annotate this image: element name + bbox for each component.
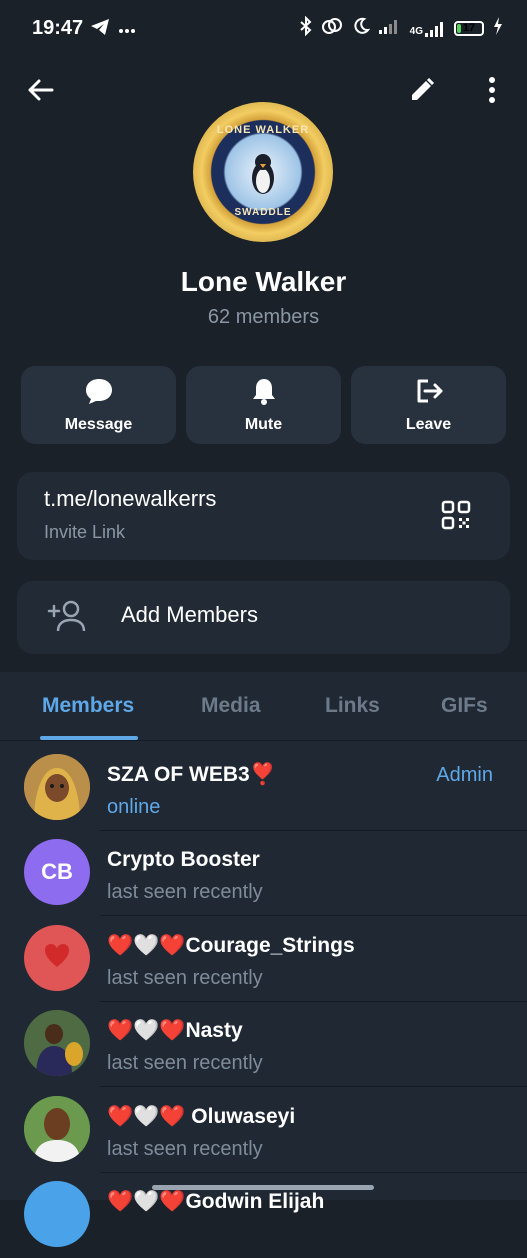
qr-code-icon[interactable]: [441, 500, 471, 535]
avatar: [24, 1096, 90, 1162]
member-status: last seen recently: [107, 1138, 263, 1160]
heart-icon: [43, 943, 71, 974]
avatar: [24, 1181, 90, 1247]
member-name: ❤️🤍❤️Courage_Strings: [107, 934, 355, 957]
group-name: Lone Walker: [180, 266, 347, 297]
charging-icon: [493, 17, 503, 40]
list-item[interactable]: ❤️🤍❤️ Oluwaseyi last seen recently: [0, 1088, 527, 1173]
message-bubble-icon: [84, 377, 114, 410]
members-section: Members Media Links GIFs SZA OF WEB3❣️ o…: [0, 672, 527, 1247]
status-time: 19:47: [32, 17, 84, 39]
invite-link-text[interactable]: t.me/lonewalkerrs: [44, 486, 216, 512]
admin-badge: Admin: [436, 764, 493, 786]
link-icon: [321, 16, 343, 41]
tab-links[interactable]: Links: [325, 694, 380, 718]
penguin-icon: [252, 154, 274, 194]
leave-label: Leave: [405, 415, 452, 433]
status-bar: 19:47 4G 17: [0, 0, 527, 60]
add-user-icon: [47, 599, 87, 638]
avatar: [24, 925, 90, 991]
mute-label: Mute: [244, 415, 283, 433]
member-name: SZA OF WEB3❣️: [107, 763, 276, 786]
member-name: Crypto Booster: [107, 848, 260, 871]
message-button[interactable]: Message: [21, 366, 176, 444]
avatar-text-top: LONE WALKER: [216, 124, 310, 136]
bell-icon: [251, 377, 277, 410]
mute-button[interactable]: Mute: [186, 366, 341, 444]
avatar: [24, 754, 90, 820]
more-dots-icon: [118, 21, 136, 39]
list-item[interactable]: ❤️🤍❤️Nasty last seen recently: [0, 1002, 527, 1087]
members-count: 62 members: [207, 306, 320, 328]
avatar: [24, 1010, 90, 1076]
group-avatar[interactable]: LONE WALKER SWADDLE: [193, 102, 333, 242]
tabs-divider: [0, 740, 527, 741]
list-item[interactable]: CB Crypto Booster last seen recently: [0, 831, 527, 916]
tab-members[interactable]: Members: [42, 694, 134, 718]
member-status: last seen recently: [107, 1052, 263, 1074]
leave-button[interactable]: Leave: [351, 366, 506, 444]
bluetooth-icon: [299, 15, 312, 41]
member-name: ❤️🤍❤️ Oluwaseyi: [107, 1105, 296, 1128]
add-members-button[interactable]: Add Members: [17, 581, 510, 654]
list-item[interactable]: ❤️🤍❤️Courage_Strings last seen recently: [0, 917, 527, 1002]
avatar-text-bottom: SWADDLE: [234, 207, 292, 218]
home-indicator[interactable]: [152, 1185, 374, 1190]
more-vertical-icon: [488, 76, 496, 108]
member-status: last seen recently: [107, 967, 263, 989]
more-options-button[interactable]: [470, 70, 514, 114]
status-left-icons: [90, 18, 136, 41]
edit-button[interactable]: [400, 70, 444, 114]
leave-icon: [414, 377, 444, 410]
4g-signal-icon: 4G: [410, 21, 445, 37]
pencil-icon: [409, 77, 435, 108]
battery-icon: 17: [454, 21, 484, 36]
member-status: last seen recently: [107, 881, 263, 903]
tab-media[interactable]: Media: [201, 694, 261, 718]
tab-gifs[interactable]: GIFs: [441, 694, 488, 718]
row-divider: [100, 1086, 527, 1087]
message-label: Message: [64, 415, 133, 433]
status-right-icons: 4G 17: [299, 15, 503, 41]
invite-link-label: Invite Link: [44, 522, 126, 542]
moon-icon: [352, 17, 370, 40]
battery-text: 17: [462, 22, 476, 34]
list-item[interactable]: SZA OF WEB3❣️ online Admin: [0, 746, 527, 831]
signal-icon: [378, 18, 401, 39]
network-type: 4G: [409, 25, 423, 37]
avatar: CB: [24, 839, 90, 905]
member-name: ❤️🤍❤️Godwin Elijah: [107, 1190, 325, 1213]
arrow-left-icon: [26, 78, 54, 107]
add-members-label: Add Members: [121, 602, 258, 627]
member-status: online: [107, 796, 161, 818]
row-divider: [100, 915, 527, 916]
invite-link-card[interactable]: t.me/lonewalkerrs Invite Link: [17, 472, 510, 560]
back-button[interactable]: [18, 70, 62, 114]
telegram-icon: [90, 18, 110, 41]
member-name: ❤️🤍❤️Nasty: [107, 1019, 243, 1042]
avatar-initials: CB: [41, 859, 73, 884]
